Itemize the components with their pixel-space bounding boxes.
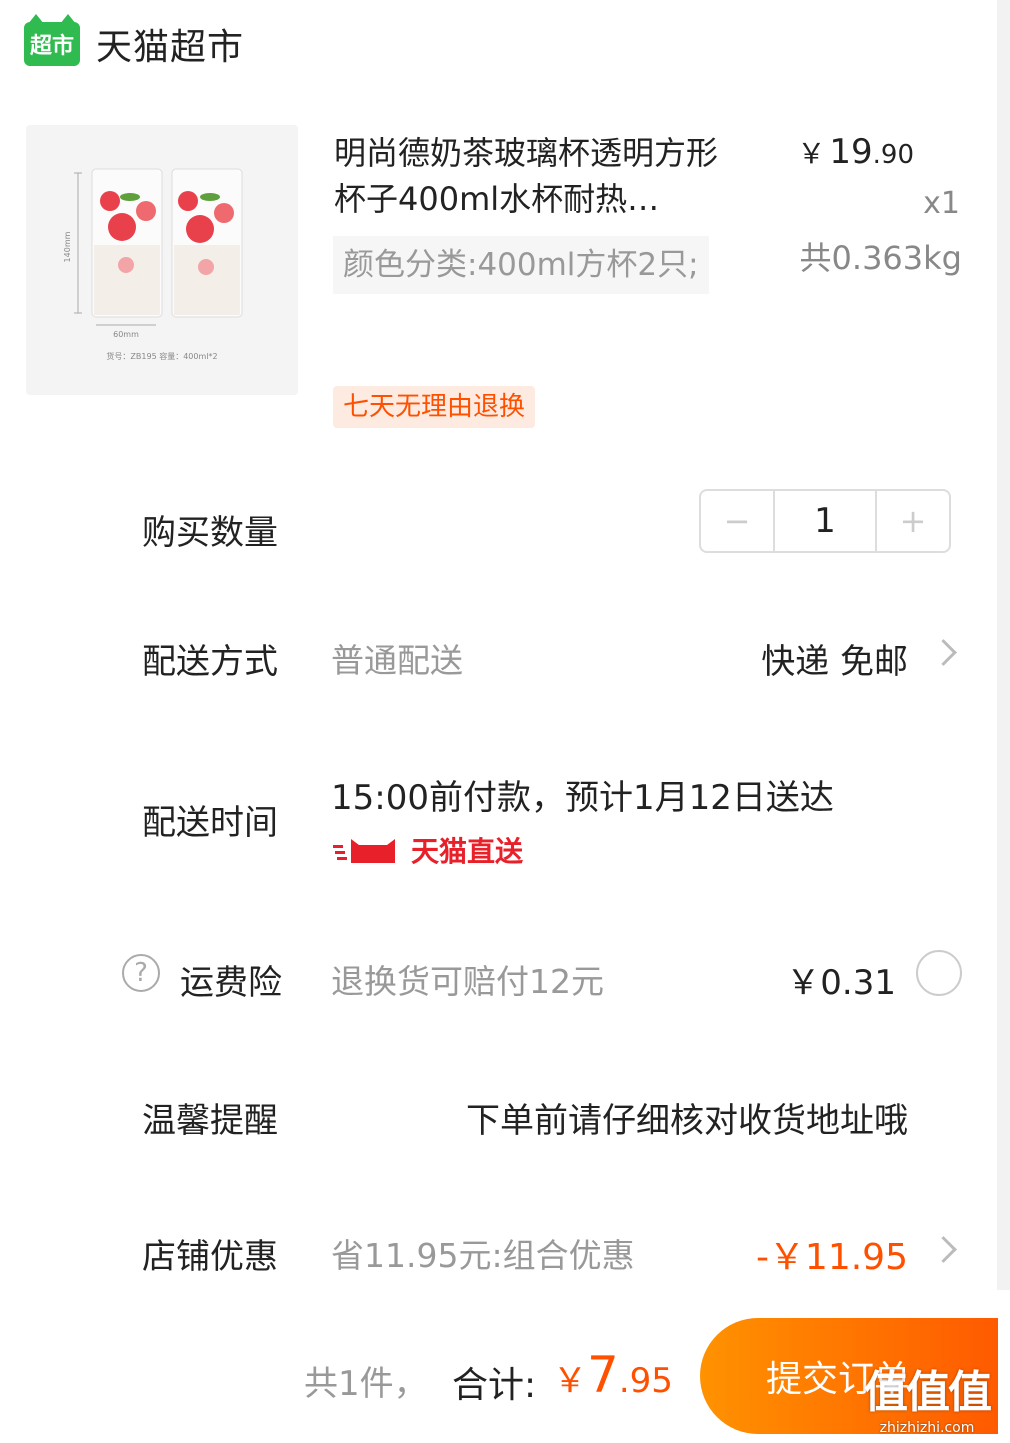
total-integer: 7	[587, 1346, 619, 1404]
shipping-insurance-price: ￥0.31	[786, 963, 896, 1003]
tmall-direct-label: 天猫直送	[411, 835, 524, 868]
quantity-stepper: − 1 +	[699, 489, 951, 553]
delivery-time-text: 15:00前付款，预计1月12日送达	[331, 778, 834, 818]
product-weight: 共0.363kg	[799, 239, 962, 277]
delivery-method-value: 普通配送	[331, 641, 463, 680]
shipping-insurance-description: 退换货可赔付12元	[331, 962, 604, 1001]
watermark-url: zhizhizhi.com	[879, 1420, 975, 1436]
tmall-supermarket-logo: 超市	[24, 14, 80, 66]
reminder-label: 温馨提醒	[142, 1101, 278, 1141]
tmall-cat-icon	[333, 839, 395, 863]
quantity-value[interactable]: 1	[773, 491, 877, 551]
store-logo-text: 超市	[29, 34, 74, 59]
chevron-right-icon[interactable]	[930, 639, 957, 666]
product-sku: 颜色分类:400ml方杯2只;	[333, 236, 709, 294]
product-title[interactable]: 明尚德奶茶玻璃杯透明方形杯子400ml水杯耐热…	[334, 130, 734, 222]
reminder-text: 下单前请仔细核对收货地址哦	[466, 1101, 908, 1141]
return-policy-badge: 七天无理由退换	[333, 386, 536, 428]
price-currency: ￥	[797, 137, 826, 170]
delivery-time-label: 配送时间	[142, 803, 278, 843]
width-dimension-label: 60mm	[113, 330, 139, 339]
store-name: 天猫超市	[96, 27, 245, 68]
shipping-insurance-label: 运费险	[180, 963, 282, 1003]
store-discount-description: 省11.95元:组合优惠	[331, 1236, 635, 1275]
product-price: ￥ 19.90	[797, 132, 914, 172]
delivery-method-label: 配送方式	[142, 642, 278, 682]
price-integer: 19	[829, 132, 873, 172]
help-icon[interactable]: ?	[122, 954, 160, 992]
shipping-insurance-radio[interactable]	[916, 950, 962, 996]
store-header: 超市 天猫超市	[24, 14, 245, 70]
quantity-label: 购买数量	[142, 513, 278, 553]
product-quantity: x1	[923, 186, 960, 221]
total-amount: ￥7.95	[553, 1346, 673, 1404]
total-currency: ￥	[553, 1361, 587, 1401]
watermark-text: 值值值	[864, 1367, 992, 1418]
glass-cups-illustration: 140mm 60mm 货号：ZB195 容量：400ml*2	[26, 125, 298, 395]
total-label: 合计:	[452, 1365, 537, 1406]
total-decimal: .95	[618, 1361, 673, 1401]
decrease-quantity-button[interactable]: −	[701, 491, 773, 551]
product-image[interactable]: 140mm 60mm 货号：ZB195 容量：400ml*2	[26, 125, 298, 395]
store-discount-amount[interactable]: -￥11.95	[756, 1228, 908, 1280]
product-spec-caption: 货号：ZB195 容量：400ml*2	[106, 351, 217, 361]
scrollbar[interactable]	[997, 0, 1010, 1290]
increase-quantity-button[interactable]: +	[877, 491, 949, 551]
price-decimal: .90	[872, 140, 914, 170]
site-watermark: 值值值 zhizhizhi.com	[864, 1356, 992, 1436]
item-count: 共1件，	[304, 1364, 428, 1404]
store-discount-label: 店铺优惠	[142, 1237, 278, 1277]
height-dimension-label: 140mm	[63, 231, 72, 262]
chevron-right-icon[interactable]	[930, 1236, 957, 1263]
tmall-direct-badge: 天猫直送	[333, 830, 523, 870]
delivery-option[interactable]: 快递 免邮	[761, 634, 908, 683]
